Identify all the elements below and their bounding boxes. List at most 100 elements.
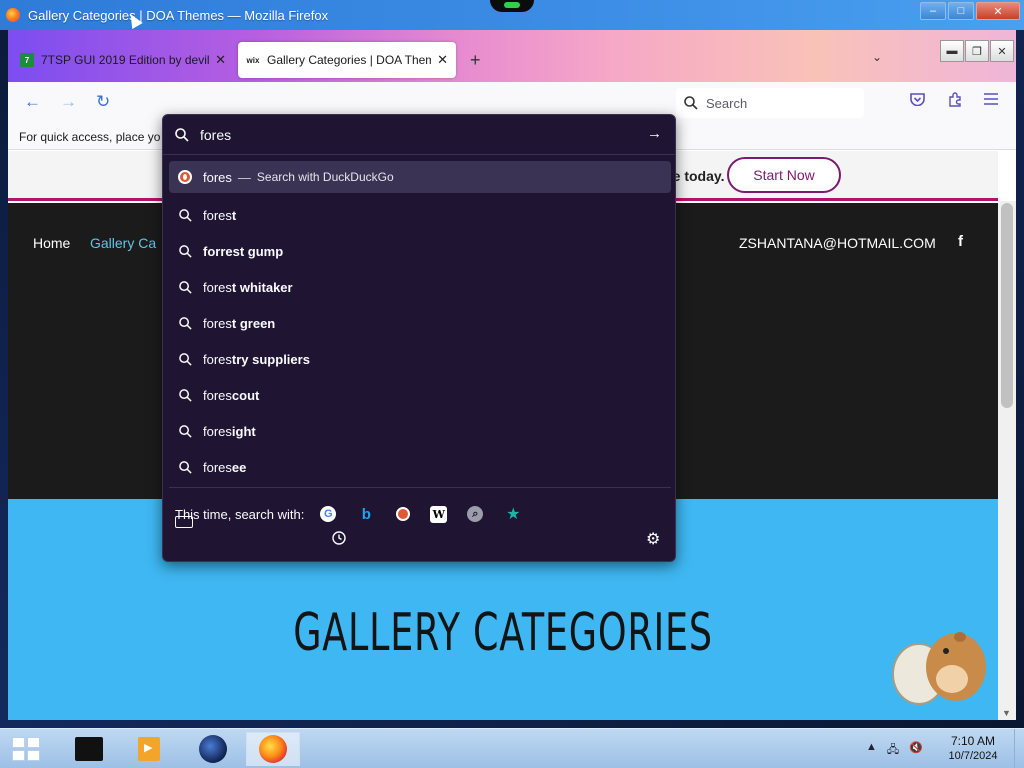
- suggestion-item[interactable]: fores try suppliers: [169, 341, 671, 377]
- search-icon: [176, 244, 194, 258]
- search-icon: [175, 127, 189, 142]
- suggestion-typed-part: fores: [203, 351, 232, 367]
- suggestion-completion: forrest gump: [203, 243, 284, 259]
- show-desktop-button[interactable]: [1014, 729, 1024, 768]
- suggestion-item[interactable]: forrest gump: [169, 233, 671, 269]
- camera-notch: [490, 0, 534, 12]
- inner-restore-button[interactable]: ❐: [965, 40, 989, 62]
- go-arrow-icon[interactable]: →: [647, 125, 662, 142]
- volume-muted-icon[interactable]: 🔇: [909, 741, 923, 760]
- tab-label: Gallery Categories | DOA Theme: [267, 53, 432, 67]
- suggestion-completion: t: [231, 207, 237, 223]
- search-settings-gear-icon[interactable]: ⚙: [646, 529, 660, 549]
- menu-hamburger-icon[interactable]: [984, 92, 998, 108]
- scrollbar-thumb[interactable]: [1001, 203, 1013, 408]
- history-clock-icon[interactable]: [332, 531, 346, 548]
- url-input[interactable]: fores →: [163, 115, 675, 155]
- tab-label: 7TSP GUI 2019 Edition by devil: [41, 53, 210, 67]
- contact-email[interactable]: ZSHANTANA@HOTMAIL.COM: [739, 235, 936, 251]
- page-scrollbar[interactable]: ▼: [998, 201, 1016, 720]
- search-icon: [176, 208, 194, 222]
- suggestion-item[interactable]: fores t: [169, 197, 671, 233]
- taskbar-clock[interactable]: 7:10 AM 10/7/2024: [940, 734, 1006, 764]
- bing-icon[interactable]: b: [356, 504, 376, 524]
- suggestion-typed-part: fores: [203, 423, 232, 439]
- taskbar-app-globe[interactable]: [186, 732, 240, 766]
- search-icon: [176, 280, 194, 294]
- magnifier-engine-icon[interactable]: ⌕: [467, 506, 484, 522]
- scroll-down-icon[interactable]: ▼: [1002, 708, 1011, 718]
- start-now-button[interactable]: Start Now: [727, 157, 841, 193]
- tray-expand-icon[interactable]: ▲: [866, 741, 877, 760]
- tabs-icon[interactable]: [175, 516, 193, 528]
- taskbar-app-terminal[interactable]: [62, 732, 116, 766]
- search-with-label: This time, search with:: [175, 506, 305, 522]
- suggestion-item[interactable]: fores ee: [169, 449, 671, 485]
- forward-button[interactable]: →: [60, 92, 77, 112]
- suggestion-typed-part: fores: [203, 207, 232, 223]
- back-button[interactable]: ←: [24, 92, 41, 112]
- list-all-tabs-button[interactable]: ⌄: [872, 50, 882, 64]
- suggestion-completion: cout: [231, 387, 260, 403]
- taskbar-app-firefox[interactable]: [246, 732, 300, 766]
- one-off-search-engines: This time, search with: G b W ⌕ ★: [175, 504, 543, 528]
- window-title: Gallery Categories | DOA Themes — Mozill…: [28, 7, 329, 23]
- firefox-icon: [259, 735, 287, 763]
- tab-gallery-categories[interactable]: wix Gallery Categories | DOA Theme ✕: [238, 42, 456, 78]
- banner-text: te today.: [668, 168, 725, 184]
- globe-icon: [199, 735, 227, 763]
- suggestion-item[interactable]: fores ight: [169, 413, 671, 449]
- reload-button[interactable]: ↻: [96, 92, 110, 112]
- extensions-icon[interactable]: [948, 92, 963, 110]
- nav-home-link[interactable]: Home: [33, 235, 70, 251]
- firefox-logo-icon: [6, 8, 20, 22]
- url-dropdown: fores → fores — Search with DuckDuckGo f…: [162, 114, 676, 562]
- suggestion-item[interactable]: fores t green: [169, 305, 671, 341]
- suggestion-completion: ight: [231, 423, 256, 439]
- page-title: GALLERY CATEGORIES: [293, 603, 713, 663]
- inner-close-button[interactable]: ✕: [990, 40, 1014, 62]
- clock-date: 10/7/2024: [948, 750, 998, 762]
- facebook-icon[interactable]: f: [958, 233, 963, 250]
- tab-favicon-icon: 7: [20, 53, 34, 67]
- firefox-window: 7 7TSP GUI 2019 Edition by devil ✕ wix G…: [8, 30, 1016, 720]
- maximize-button[interactable]: □: [948, 2, 974, 20]
- search-icon: [176, 388, 194, 402]
- taskbar-app-media-player[interactable]: [122, 732, 176, 766]
- tab-close-icon[interactable]: ✕: [215, 52, 226, 68]
- suggestion-list: fores — Search with DuckDuckGo fores t for…: [169, 161, 671, 485]
- tab-bar: 7 7TSP GUI 2019 Edition by devil ✕ wix G…: [8, 30, 1016, 82]
- suggestion-completion: ee: [231, 459, 247, 475]
- new-tab-button[interactable]: +: [470, 50, 481, 71]
- start-button[interactable]: [12, 737, 40, 761]
- bookmarks-hint: For quick access, place yo: [19, 130, 161, 144]
- suggestion-item[interactable]: fores cout: [169, 377, 671, 413]
- close-button[interactable]: ✕: [976, 2, 1020, 20]
- search-icon: [176, 316, 194, 330]
- system-tray: ▲ 🖧 🔇: [866, 741, 923, 760]
- minimize-button[interactable]: –: [920, 2, 946, 20]
- duckduckgo-icon: [178, 170, 192, 184]
- terminal-icon: [75, 737, 103, 761]
- suggestion-duckduckgo[interactable]: fores — Search with DuckDuckGo: [169, 161, 671, 193]
- suggestion-item[interactable]: fores t whitaker: [169, 269, 671, 305]
- suggestion-separator: —: [237, 169, 251, 185]
- nav-gallery-link[interactable]: Gallery Ca: [90, 235, 156, 251]
- pocket-icon[interactable]: [910, 92, 925, 109]
- suggestion-typed-part: fores: [203, 459, 232, 475]
- suggestion-action: Search with DuckDuckGo: [256, 170, 394, 184]
- wix-favicon-icon: wix: [246, 53, 260, 67]
- bookmarks-star-icon[interactable]: ★: [503, 504, 523, 524]
- google-icon[interactable]: G: [320, 506, 337, 522]
- clock-time: 7:10 AM: [950, 734, 996, 748]
- search-box[interactable]: Search: [676, 88, 864, 118]
- wikipedia-icon[interactable]: W: [430, 505, 448, 523]
- inner-minimize-button[interactable]: ▬: [940, 40, 964, 62]
- search-icon: [176, 424, 194, 438]
- network-icon[interactable]: 🖧: [887, 741, 899, 760]
- suggestion-completion: t green: [231, 315, 276, 331]
- duckduckgo-engine-icon[interactable]: [396, 507, 411, 521]
- window-titlebar[interactable]: Gallery Categories | DOA Themes — Mozill…: [0, 0, 1024, 30]
- tab-close-icon[interactable]: ✕: [437, 52, 448, 68]
- tab-7tsp[interactable]: 7 7TSP GUI 2019 Edition by devil ✕: [12, 42, 234, 78]
